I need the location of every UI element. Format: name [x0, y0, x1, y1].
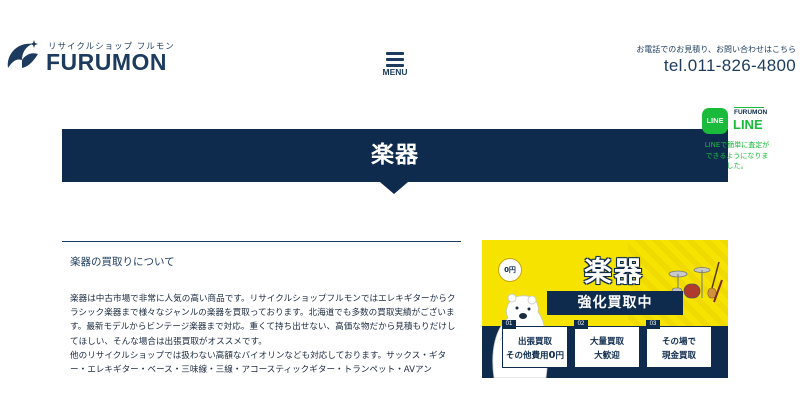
feature-line-2-suffix: 円 [555, 351, 564, 361]
body-paragraph-2: 他のリサイクルショップでは扱わない高額なバイオリンなども対応しております。サック… [70, 350, 447, 376]
hamburger-icon [386, 52, 404, 67]
furumon-logo[interactable]: リサイクルショップ フルモン FURUMON [4, 36, 174, 76]
feature-line-2: その他費用0円 [503, 349, 567, 361]
feature-box-1: 01 出張買取 その他費用0円 [502, 320, 568, 368]
feature-line-2: 現金買取 [661, 351, 696, 361]
feature-line-1: その場で [661, 337, 696, 347]
feature-number: 03 [646, 320, 660, 329]
logo-wordmark: FURUMON [46, 49, 168, 75]
line-badge[interactable]: LINE FURUMON LINE LINEで簡単に査定ができるようになりました… [700, 106, 772, 180]
section-divider [62, 241, 461, 242]
title-band-arrow [380, 182, 408, 194]
feature-line-1: 大量買取 [589, 337, 624, 347]
logo-mark-icon [7, 40, 38, 68]
line-brand-small: FURUMON [734, 109, 768, 116]
instrument-buyback-banner[interactable]: 0円 楽器 強化買取中 01 出張買取 その他費用0円 02 大量買取 大歓迎 … [482, 240, 728, 378]
banner-title: 楽器 [583, 255, 644, 288]
page-title: 楽器 [371, 142, 419, 168]
line-icon-text: LINE [706, 116, 724, 125]
line-app-icon: LINE [702, 108, 728, 134]
feature-box-2: 02 大量買取 大歓迎 [574, 320, 640, 368]
line-description: LINEで簡単に査定ができるようになりました。 [704, 141, 770, 170]
feature-box-3: 03 その場で 現金買取 [646, 320, 712, 368]
feature-line-1: 出張買取 [517, 337, 552, 347]
section-heading: 楽器の買取りについて [70, 256, 175, 268]
feature-line-2-prefix: その他費用 [506, 351, 549, 361]
banner-subtitle: 強化買取中 [547, 291, 683, 315]
menu-button[interactable]: MENU [378, 50, 412, 80]
line-divider [734, 107, 764, 108]
body-paragraph-1: 楽器は中古市場で非常に人気の高い商品です。リサイクルショップフルモンではエレキギ… [70, 294, 456, 347]
feature-number: 02 [574, 320, 588, 329]
page-title-band: 楽器 [62, 129, 728, 182]
feature-number: 01 [502, 320, 516, 329]
menu-label: MENU [382, 67, 408, 77]
line-brand-big: LINE [733, 117, 763, 132]
contact-note: お電話でのお見積り、お問い合わせはこちら [636, 45, 796, 54]
phone-link[interactable]: tel.011-826-4800 [664, 56, 796, 76]
feature-line-2: 大歓迎 [594, 351, 620, 361]
section-body: 楽器は中古市場で非常に人気の高い商品です。リサイクルショップフルモンではエレキギ… [70, 292, 462, 377]
zero-yen-coin: 0円 [498, 258, 522, 282]
